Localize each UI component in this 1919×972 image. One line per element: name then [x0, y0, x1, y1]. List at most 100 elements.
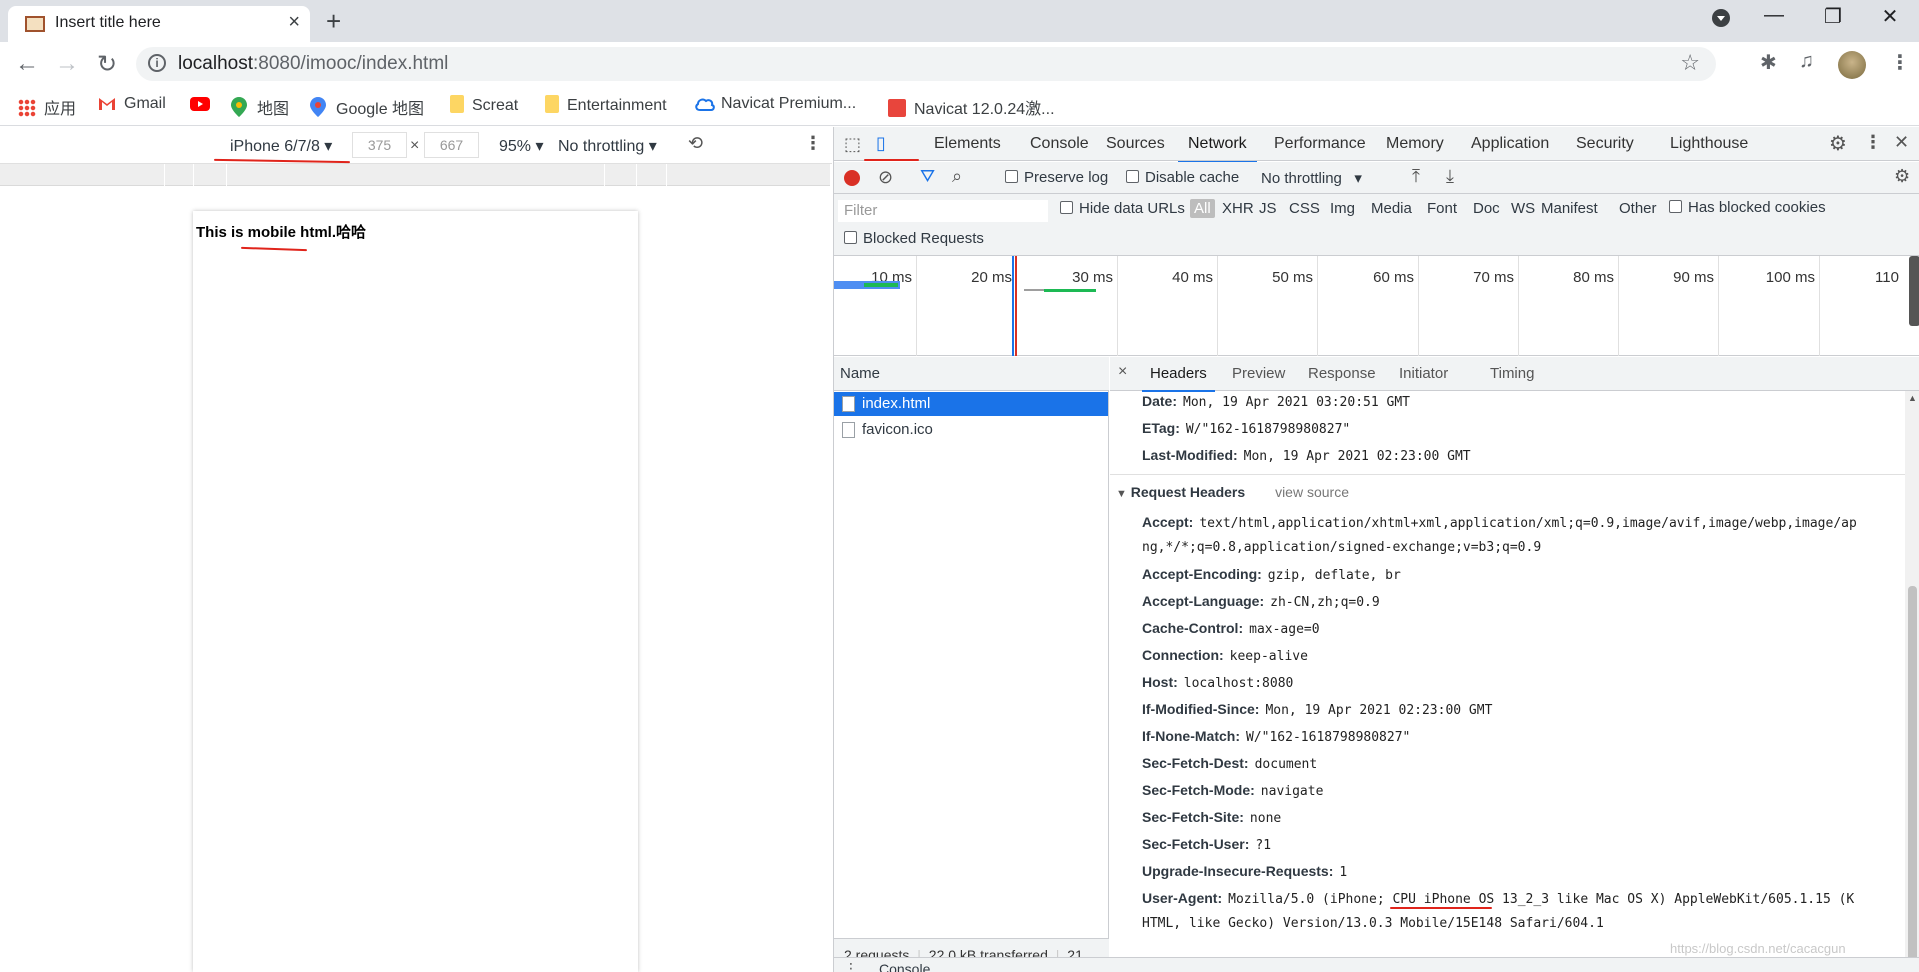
- device-menu-icon[interactable]: ⋮: [804, 133, 822, 154]
- request-row-selected[interactable]: index.html: [834, 392, 1108, 416]
- tab-network[interactable]: Network: [1178, 135, 1257, 163]
- throttling-select[interactable]: No throttling ▾: [558, 136, 657, 156]
- tab-security[interactable]: Security: [1576, 135, 1634, 153]
- minimize-button[interactable]: —: [1754, 4, 1794, 27]
- bookmark-apps[interactable]: 应用: [18, 95, 76, 119]
- menu-kebab-icon[interactable]: ⋮: [1890, 50, 1910, 75]
- overview-scroll-handle[interactable]: [1909, 256, 1919, 326]
- filter-input[interactable]: Filter: [838, 200, 1048, 222]
- import-har-icon[interactable]: ⤒: [1412, 166, 1420, 187]
- network-throttling-select[interactable]: No throttling ▾: [1261, 169, 1362, 187]
- type-filter-other[interactable]: Other: [1619, 200, 1657, 217]
- has-blocked-cookies-checkbox[interactable]: Has blocked cookies: [1669, 199, 1826, 216]
- search-icon[interactable]: ⌕: [952, 166, 962, 187]
- device-screen: This is mobile html.哈哈: [193, 211, 638, 972]
- type-filter-font[interactable]: Font: [1427, 200, 1457, 217]
- tab-memory[interactable]: Memory: [1386, 135, 1444, 153]
- request-row[interactable]: favicon.ico: [834, 418, 1108, 442]
- tab-close-icon[interactable]: ×: [288, 11, 300, 34]
- close-details-icon[interactable]: ×: [1118, 363, 1127, 381]
- settings-gear-icon[interactable]: ⚙: [1829, 131, 1847, 156]
- gmail-icon: [98, 97, 116, 115]
- tab-application[interactable]: Application: [1471, 135, 1549, 153]
- forward-icon[interactable]: →: [52, 50, 82, 78]
- bookmark-star-icon[interactable]: ☆: [1680, 50, 1700, 76]
- tab-console[interactable]: Console: [1030, 135, 1089, 153]
- bookmark-navicat-12[interactable]: Navicat 12.0.24激...: [888, 95, 1055, 119]
- inspect-element-icon[interactable]: ⬚: [844, 134, 861, 155]
- type-filter-img[interactable]: Img: [1330, 200, 1355, 217]
- record-icon[interactable]: [844, 170, 860, 186]
- browser-tab[interactable]: Insert title here ×: [8, 6, 310, 42]
- type-filter-css[interactable]: CSS: [1289, 200, 1320, 217]
- view-source-link[interactable]: view source: [1275, 484, 1349, 500]
- type-filter-manifest[interactable]: Manifest: [1541, 200, 1598, 217]
- request-header-row: Connection: keep-alive: [1142, 647, 1308, 664]
- tab-performance[interactable]: Performance: [1274, 135, 1366, 153]
- type-filter-ws[interactable]: WS: [1511, 200, 1535, 217]
- device-toggle-icon[interactable]: ▯: [876, 133, 886, 154]
- maximize-button[interactable]: ❐: [1813, 4, 1853, 29]
- filter-icon[interactable]: ⛛: [920, 166, 935, 187]
- network-settings-icon[interactable]: ⚙: [1894, 166, 1910, 187]
- tab-preview[interactable]: Preview: [1232, 365, 1285, 382]
- type-filter-doc[interactable]: Doc: [1473, 200, 1500, 217]
- devtools-menu-icon[interactable]: ⋮: [1864, 132, 1882, 153]
- tab-lighthouse[interactable]: Lighthouse: [1670, 135, 1748, 153]
- tab-initiator[interactable]: Initiator: [1399, 365, 1448, 382]
- bookmark-maps[interactable]: 地图: [231, 95, 289, 119]
- extensions-icon[interactable]: ✱: [1760, 50, 1777, 75]
- details-scrollbar[interactable]: ▲: [1905, 391, 1919, 972]
- device-select[interactable]: iPhone 6/7/8 ▾: [230, 136, 332, 156]
- type-filter-media[interactable]: Media: [1371, 200, 1412, 217]
- tab-search-icon[interactable]: [1701, 8, 1741, 34]
- response-header-row: Last-Modified: Mon, 19 Apr 2021 02:23:00 …: [1142, 447, 1471, 464]
- name-column-header[interactable]: Name: [834, 357, 1109, 391]
- request-header-row: Upgrade-Insecure-Requests: 1: [1142, 863, 1348, 880]
- reload-icon[interactable]: ↻: [92, 50, 122, 79]
- disable-cache-checkbox[interactable]: Disable cache: [1126, 169, 1239, 186]
- viewport-width-input[interactable]: 375: [352, 132, 407, 158]
- type-filter-all[interactable]: All: [1190, 199, 1215, 218]
- bookmark-folder-entertainment[interactable]: Entertainment: [545, 95, 667, 115]
- type-filter-xhr[interactable]: XHR: [1222, 200, 1254, 217]
- scrollbar-thumb[interactable]: [1908, 586, 1917, 972]
- media-control-icon[interactable]: ♫: [1799, 50, 1814, 73]
- tab-timing[interactable]: Timing: [1490, 365, 1534, 382]
- clear-icon[interactable]: ⊘: [878, 167, 893, 188]
- preserve-log-checkbox[interactable]: Preserve log: [1005, 169, 1108, 186]
- bookmark-gmail[interactable]: Gmail: [98, 95, 166, 115]
- bookmark-folder-screat[interactable]: Screat: [450, 95, 518, 115]
- profile-avatar[interactable]: [1838, 51, 1866, 79]
- rotate-icon[interactable]: ⟲: [688, 133, 703, 154]
- maps-icon: [231, 97, 249, 117]
- blocked-requests-checkbox[interactable]: Blocked Requests: [844, 230, 984, 247]
- close-window-button[interactable]: ✕: [1870, 4, 1910, 29]
- timeline-tick-label: 50 ms: [1272, 269, 1313, 286]
- request-details-panel: × Headers Preview Response Initiator Tim…: [1110, 357, 1919, 972]
- hide-data-urls-checkbox[interactable]: Hide data URLs: [1060, 200, 1185, 217]
- tab-headers[interactable]: Headers: [1142, 365, 1215, 392]
- bookmark-google-maps[interactable]: Google 地图: [310, 95, 424, 119]
- site-info-icon[interactable]: i: [148, 54, 166, 72]
- bookmark-youtube[interactable]: [190, 95, 216, 115]
- console-drawer[interactable]: ⋮ Console: [834, 957, 1919, 972]
- close-devtools-icon[interactable]: ✕: [1894, 132, 1909, 153]
- tab-response[interactable]: Response: [1308, 365, 1376, 382]
- request-headers-section-toggle[interactable]: ▼ Request Headers view source: [1116, 484, 1349, 500]
- address-bar[interactable]: i localhost:8080/imooc/index.html ☆: [136, 47, 1716, 81]
- request-header-row: Accept-Language: zh-CN,zh;q=0.9: [1142, 593, 1380, 610]
- back-icon[interactable]: ←: [12, 50, 42, 78]
- bookmark-navicat-premium[interactable]: Navicat Premium...: [695, 95, 856, 115]
- tab-sources[interactable]: Sources: [1106, 135, 1165, 153]
- dimension-separator: ×: [410, 137, 420, 154]
- export-har-icon[interactable]: ⤓: [1446, 166, 1454, 187]
- new-tab-button[interactable]: +: [326, 6, 341, 37]
- tab-elements[interactable]: Elements: [934, 135, 1001, 153]
- response-header-row: Date: Mon, 19 Apr 2021 03:20:51 GMT: [1142, 393, 1410, 410]
- annotation-underline: [213, 158, 351, 164]
- url-text: localhost:8080/imooc/index.html: [178, 53, 449, 74]
- type-filter-js[interactable]: JS: [1259, 200, 1277, 217]
- zoom-select[interactable]: 95% ▾: [499, 136, 544, 156]
- viewport-height-input[interactable]: 667: [424, 132, 479, 158]
